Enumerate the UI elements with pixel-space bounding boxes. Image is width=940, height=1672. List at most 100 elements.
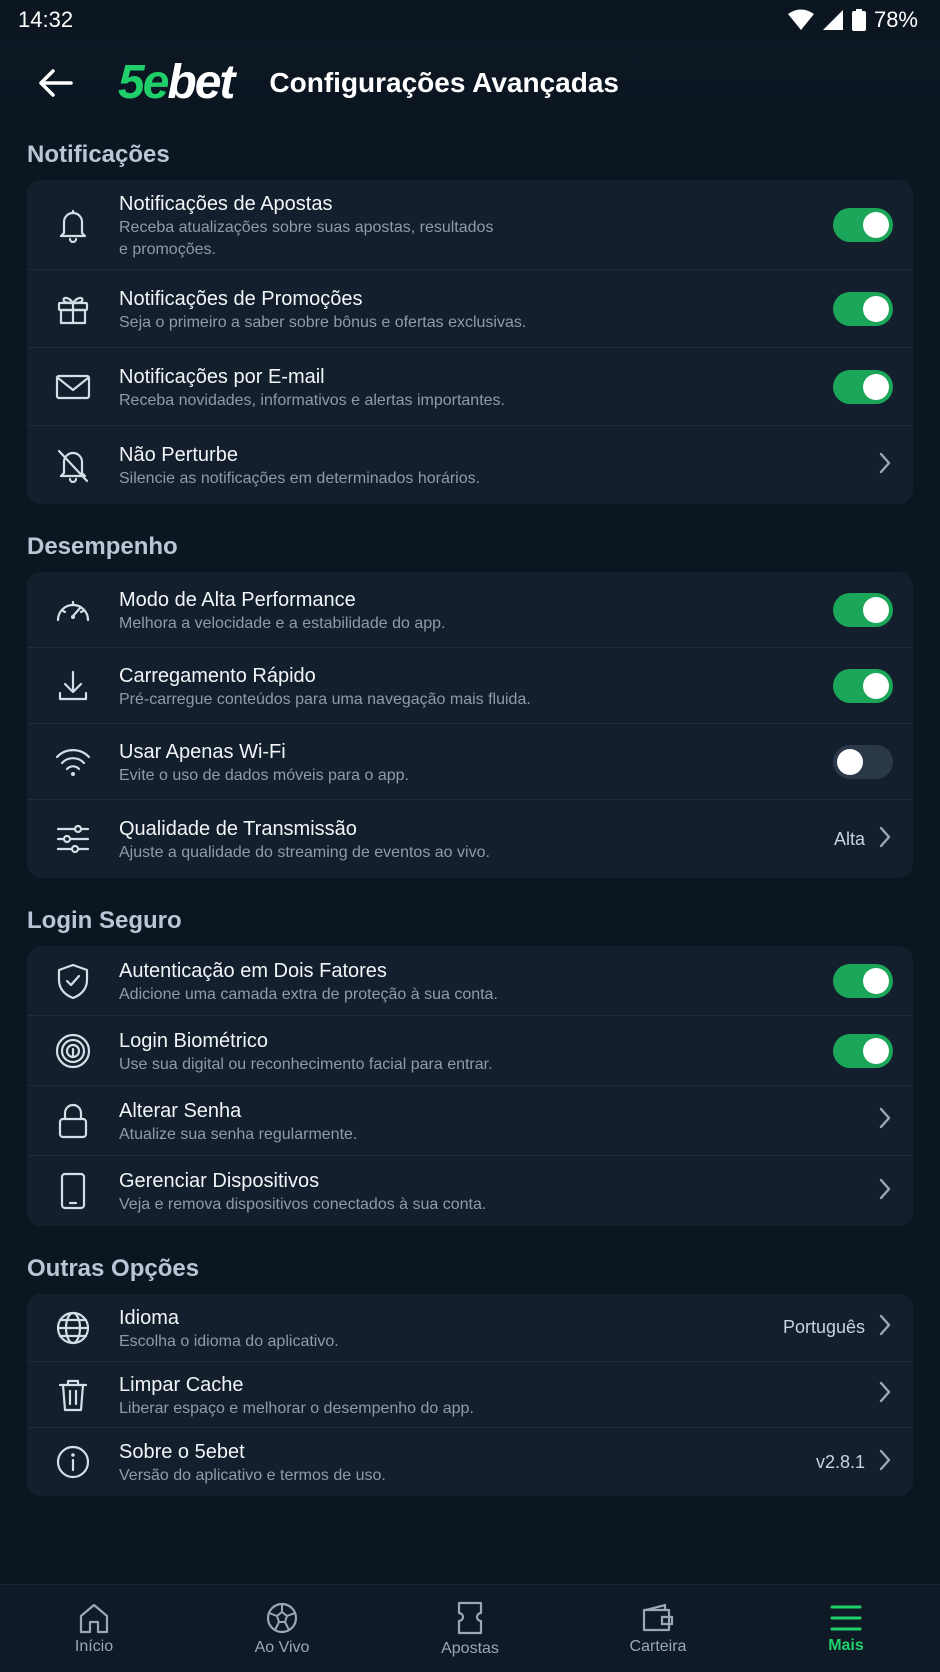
- setting-description: Evite o uso de dados móveis para o app.: [119, 766, 409, 784]
- setting-description: Versão do aplicativo e termos de uso.: [119, 1467, 386, 1484]
- setting-control: v2.8.1: [816, 1449, 913, 1476]
- nav-item-apostas[interactable]: Apostas: [376, 1585, 564, 1672]
- nav-item-ao-vivo[interactable]: Ao Vivo: [188, 1585, 376, 1672]
- gift-icon: [27, 292, 119, 326]
- brand-logo: 5ebet: [118, 56, 235, 109]
- settings-card-desempenho: Modo de Alta Performance Melhora a veloci…: [27, 572, 913, 878]
- setting-text: Usar Apenas Wi-Fi Evite o uso de dados mó…: [119, 737, 833, 787]
- toggle-knob: [863, 596, 889, 623]
- setting-description: Escolha o idioma do aplicativo.: [119, 1332, 339, 1350]
- signal-icon: [822, 9, 844, 31]
- nav-label: Ao Vivo: [254, 1638, 310, 1656]
- setting-title: Idioma: [119, 1306, 180, 1329]
- setting-row-modo-de-alta-performance[interactable]: Modo de Alta Performance Melhora a veloci…: [27, 572, 913, 648]
- setting-title: Gerenciar Dispositivos: [119, 1170, 320, 1192]
- shield-check-icon: [27, 962, 119, 1000]
- setting-control: Português: [783, 1314, 913, 1341]
- arrow-left-icon: [39, 69, 73, 97]
- setting-row-qualidade-de-transmissao[interactable]: Qualidade de Transmissão Ajuste a qualida…: [27, 800, 913, 878]
- nav-item-inicio[interactable]: Início: [0, 1585, 188, 1672]
- trash-icon: [27, 1377, 119, 1413]
- setting-description: Use sua digital ou reconhecimento facial…: [119, 1055, 493, 1073]
- back-button[interactable]: [20, 48, 90, 118]
- setting-text: Modo de Alta Performance Melhora a veloci…: [119, 585, 833, 635]
- chevron-right-icon[interactable]: [879, 1314, 891, 1341]
- home-icon: [77, 1602, 111, 1634]
- setting-text: Autenticação em Dois Fatores Adicione uma…: [119, 956, 833, 1006]
- page-title: Configurações Avançadas: [269, 67, 619, 98]
- modo-de-alta-performance-toggle[interactable]: [833, 592, 893, 627]
- chevron-right-icon[interactable]: [879, 1107, 891, 1134]
- setting-description: Veja e remova dispositivos conectados à …: [119, 1196, 487, 1213]
- setting-control: [833, 963, 913, 998]
- setting-text: Alterar Senha Atualize sua senha regularm…: [119, 1096, 879, 1146]
- status-time: 14:32: [18, 7, 74, 32]
- setting-description: Atualize sua senha regularmente.: [119, 1125, 358, 1143]
- setting-control: [833, 592, 913, 627]
- setting-value: Alta: [833, 828, 865, 849]
- carregamento-rapido-toggle[interactable]: [833, 668, 893, 703]
- chevron-right-icon: [879, 1314, 891, 1336]
- nav-label: Mais: [828, 1636, 864, 1654]
- setting-description: Liberar espaço e melhorar o desempenho d…: [119, 1399, 474, 1417]
- chevron-right-icon: [879, 1178, 891, 1199]
- chevron-right-icon[interactable]: [879, 1178, 891, 1205]
- setting-control: [833, 1033, 913, 1068]
- toggle-knob: [863, 967, 889, 994]
- setting-text: Login Biométrico Use sua digital ou recon…: [119, 1026, 833, 1076]
- setting-text: Sobre o 5ebet Versão do aplicativo e term…: [119, 1437, 816, 1487]
- status-bar: 14:32 78%: [0, 0, 940, 40]
- setting-row-sobre-o-5ebet[interactable]: Sobre o 5ebet Versão do aplicativo e term…: [27, 1428, 913, 1496]
- toggle-knob: [863, 1037, 889, 1064]
- setting-row-notificacoes-de-apostas[interactable]: Notificações de Apostas Receba atualizaçõ…: [27, 180, 913, 270]
- bell-icon: [27, 207, 119, 243]
- notificacoes-de-apostas-toggle[interactable]: [833, 207, 893, 242]
- notificacoes-por-e-mail-toggle[interactable]: [833, 369, 893, 404]
- nav-item-carteira[interactable]: Carteira: [564, 1585, 752, 1672]
- notificacoes-de-promocoes-toggle[interactable]: [833, 291, 893, 326]
- battery-icon: [851, 9, 866, 31]
- battery-level: 78%: [873, 7, 918, 32]
- chevron-right-icon[interactable]: [879, 1381, 891, 1408]
- setting-control: [833, 291, 913, 326]
- setting-description: Pré-carregue conteúdos para uma navegaçã…: [119, 690, 531, 708]
- setting-row-idioma[interactable]: Idioma Escolha o idioma do aplicativo. Por…: [27, 1294, 913, 1362]
- setting-row-login-biometrico[interactable]: Login Biométrico Use sua digital ou recon…: [27, 1016, 913, 1086]
- setting-control: [879, 1178, 913, 1205]
- soccer-ball-icon: [265, 1601, 299, 1635]
- chevron-right-icon: [879, 1107, 891, 1129]
- setting-control: [879, 1107, 913, 1134]
- chevron-right-icon[interactable]: [879, 452, 891, 479]
- setting-text: Qualidade de Transmissão Ajuste a qualida…: [119, 814, 834, 864]
- setting-row-notificacoes-por-e-mail[interactable]: Notificações por E-mail Receba novidades,…: [27, 348, 913, 426]
- chevron-right-icon[interactable]: [879, 1449, 891, 1476]
- nav-item-mais[interactable]: Mais: [752, 1585, 940, 1672]
- setting-row-alterar-senha[interactable]: Alterar Senha Atualize sua senha regularm…: [27, 1086, 913, 1156]
- fingerprint-icon: [27, 1032, 119, 1070]
- settings-content: Notificações Notificações de Apostas Receb…: [27, 126, 913, 1510]
- section-title-login-seguro: Login Seguro: [27, 907, 182, 934]
- setting-value: Português: [782, 1317, 865, 1337]
- setting-row-gerenciar-dispositivos[interactable]: Gerenciar Dispositivos Veja e remova disp…: [27, 1156, 913, 1226]
- login-biometrico-toggle[interactable]: [833, 1033, 893, 1068]
- settings-card-notificacoes: Notificações de Apostas Receba atualizaçõ…: [27, 180, 913, 504]
- setting-row-autenticacao-em-dois-fatores[interactable]: Autenticação em Dois Fatores Adicione uma…: [27, 946, 913, 1016]
- bell-off-icon: [27, 447, 119, 483]
- section-title-notificacoes: Notificações: [27, 141, 170, 168]
- setting-row-notificacoes-de-promocoes[interactable]: Notificações de Promoções Seja o primeiro…: [27, 270, 913, 348]
- setting-title: Login Biométrico: [119, 1029, 268, 1052]
- chevron-right-icon: [879, 1449, 891, 1470]
- setting-row-usar-apenas-wi-fi[interactable]: Usar Apenas Wi-Fi Evite o uso de dados mó…: [27, 724, 913, 800]
- setting-title: Carregamento Rápido: [119, 664, 316, 687]
- setting-control: [833, 744, 913, 779]
- autenticacao-em-dois-fatores-toggle[interactable]: [833, 963, 893, 998]
- chevron-right-icon[interactable]: [879, 826, 891, 853]
- nav-label: Início: [74, 1637, 114, 1655]
- setting-row-carregamento-rapido[interactable]: Carregamento Rápido Pré-carregue conteúdo…: [27, 648, 913, 724]
- setting-row-nao-perturbe[interactable]: Não Perturbe Silencie as notificações em …: [27, 426, 913, 504]
- usar-apenas-wi-fi-toggle[interactable]: [833, 744, 893, 779]
- setting-control: [833, 668, 913, 703]
- setting-title: Sobre o 5ebet: [119, 1441, 245, 1463]
- settings-card-login-seguro: Autenticação em Dois Fatores Adicione uma…: [27, 946, 913, 1226]
- setting-row-limpar-cache[interactable]: Limpar Cache Liberar espaço e melhorar o …: [27, 1362, 913, 1428]
